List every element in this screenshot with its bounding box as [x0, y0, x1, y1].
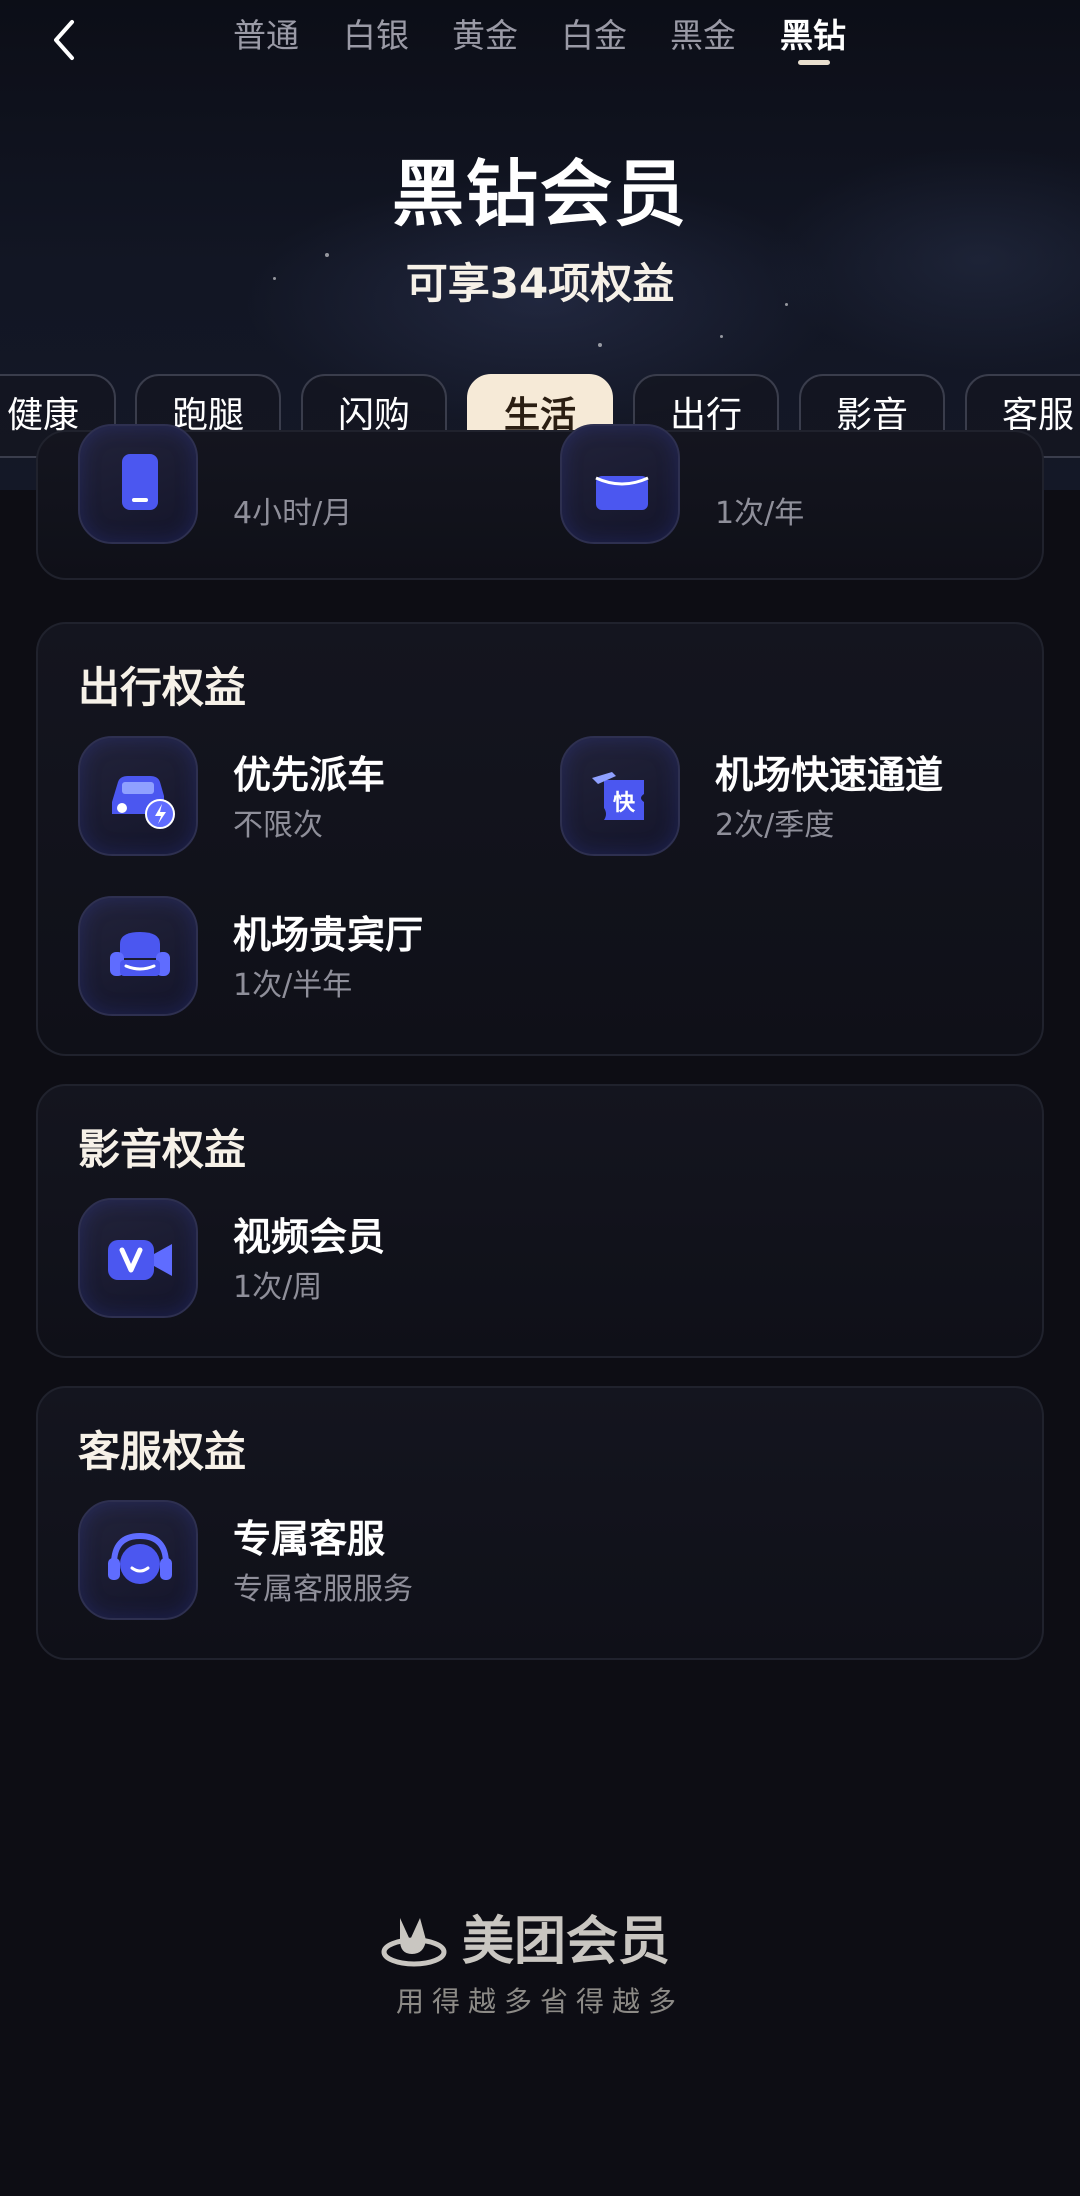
benefit-name: 专属客服 — [233, 1517, 386, 1561]
tier-tab-gold[interactable]: 黄金 — [435, 10, 535, 62]
tier-tab-black-diamond[interactable]: 黑钻 — [763, 10, 863, 62]
sofa-icon — [78, 896, 198, 1016]
benefit-item[interactable]: 机场贵宾厅 1次/半年 — [78, 896, 538, 1026]
card-title: 出行权益 — [78, 663, 247, 712]
svg-text:快: 快 — [613, 791, 636, 816]
star-decoration — [598, 343, 602, 347]
page-title: 黑钻会员 — [391, 152, 688, 236]
benefit-desc: 1次/半年 — [233, 968, 353, 1003]
card-title: 影音权益 — [78, 1125, 247, 1174]
fast-lane-icon: 快 — [560, 736, 680, 856]
benefit-desc: 专属客服服务 — [233, 1572, 413, 1607]
benefit-item[interactable]: 4小时/月 — [78, 424, 538, 554]
benefit-item[interactable]: 优先派车 不限次 — [78, 736, 538, 866]
brand-name: 美团会员 — [462, 1912, 671, 1972]
gift-icon — [560, 424, 680, 544]
video-icon — [78, 1198, 198, 1318]
benefit-desc: 1次/周 — [233, 1270, 323, 1305]
car-icon — [78, 736, 198, 856]
benefit-desc: 4小时/月 — [233, 496, 353, 531]
meituan-member-logo: 美团会员 — [380, 1910, 700, 1974]
benefit-desc: 不限次 — [233, 808, 323, 843]
service-benefit-card: 客服权益 专属客服 专属客服服务 — [36, 1386, 1044, 1660]
tier-tab-black-gold[interactable]: 黑金 — [653, 10, 753, 62]
hero-header: 普通 白银 黄金 白金 黑金 黑钻 黑钻会员 可享34项权益 健康 跑腿 闪购 … — [0, 0, 1080, 490]
card-title: 客服权益 — [78, 1427, 247, 1476]
benefit-name: 机场贵宾厅 — [233, 913, 424, 957]
tier-tab-normal[interactable]: 普通 — [216, 10, 316, 62]
benefit-item[interactable]: 专属客服 专属客服服务 — [78, 1500, 538, 1630]
headset-icon — [78, 1500, 198, 1620]
brand-slogan: 用得越多省得越多 — [395, 1985, 684, 2018]
life-benefit-card: 4小时/月 1次/年 — [36, 424, 1044, 580]
tier-tabs: 普通 白银 黄金 白金 黑金 黑钻 — [0, 10, 1080, 74]
star-decoration — [720, 335, 723, 338]
benefit-item[interactable]: 1次/年 — [560, 424, 1020, 554]
media-benefit-card: 影音权益 视频会员 1次/周 — [36, 1084, 1044, 1358]
phone-icon — [78, 424, 198, 544]
benefit-desc: 1次/年 — [715, 496, 805, 531]
tier-tab-indicator — [798, 60, 830, 65]
benefit-desc: 2次/季度 — [715, 808, 835, 843]
tier-tab-silver[interactable]: 白银 — [326, 10, 426, 62]
page-subtitle: 可享34项权益 — [405, 259, 675, 308]
benefit-name: 优先派车 — [233, 753, 386, 797]
kangaroo-logo-icon — [381, 1918, 447, 1967]
benefit-item[interactable]: 快 机场快速通道 2次/季度 — [560, 736, 1020, 866]
tier-tab-platinum[interactable]: 白金 — [544, 10, 644, 62]
benefit-name: 视频会员 — [233, 1215, 386, 1259]
benefit-item[interactable]: 视频会员 1次/周 — [78, 1198, 538, 1328]
benefit-name: 机场快速通道 — [715, 753, 944, 797]
travel-benefit-card: 出行权益 优先派车 不限次 快 机场快速通道 2次/季度 机场贵宾厅 1次/半年 — [36, 622, 1044, 1056]
